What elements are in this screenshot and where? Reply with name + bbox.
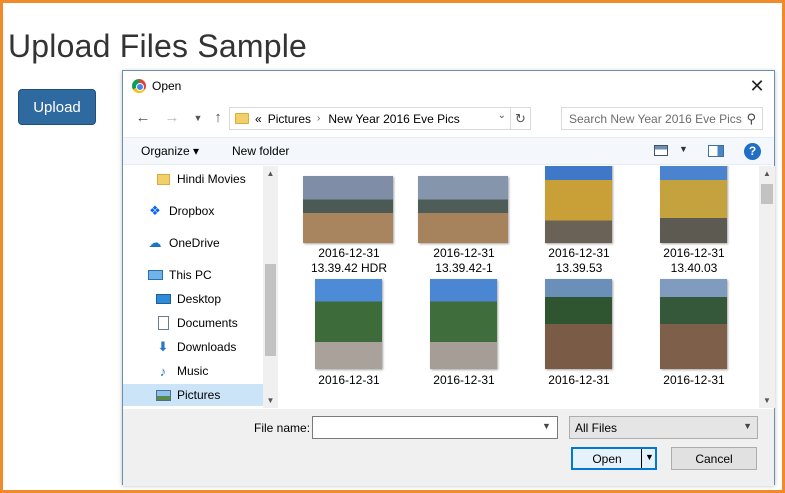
open-button[interactable]: Open ▼ — [571, 447, 657, 470]
file-name-line1: 2016-12-31 — [548, 373, 610, 387]
file-view: 2016-12-31 13.39.42 HDR 2016-12-31 13.39… — [279, 166, 759, 408]
navigation-pane: Hindi Movies ❖ Dropbox ☁ OneDrive This P… — [123, 166, 278, 408]
view-mode-dropdown-icon[interactable]: ▼ — [679, 144, 688, 154]
nav-item-dropbox[interactable]: ❖ Dropbox — [123, 200, 263, 222]
back-arrow-icon[interactable]: ← — [134, 108, 152, 128]
search-placeholder: Search New Year 2016 Eve Pics — [569, 111, 742, 126]
file-name-line2: 13.39.53 — [555, 261, 603, 275]
scroll-down-arrow-icon[interactable]: ▼ — [265, 396, 276, 405]
file-name-label: File name: — [254, 421, 311, 435]
file-name-line1: 2016-12-31 — [663, 246, 725, 260]
address-dropdown-icon[interactable]: ⌄ — [498, 110, 506, 121]
nav-item-downloads[interactable]: ⬇ Downloads — [123, 336, 263, 358]
page-title: Upload Files Sample — [8, 28, 308, 64]
nav-item-music[interactable]: ♪ Music — [123, 360, 263, 382]
file-name-line1: 2016-12-31 — [318, 373, 380, 387]
upload-button[interactable]: Upload — [18, 89, 96, 125]
file-name-line1: 2016-12-31 — [433, 373, 495, 387]
cancel-button[interactable]: Cancel — [671, 447, 757, 470]
photo-thumbnail — [545, 166, 612, 243]
photo-thumbnail — [418, 176, 508, 243]
recent-locations-chevron-icon[interactable]: ▼ — [189, 108, 207, 128]
navigation-bar: ← → ▼ ↑ « Pictures › New Year 2016 Eve P… — [123, 105, 774, 131]
preview-pane-icon[interactable] — [708, 145, 724, 157]
nav-item-label: Hindi Movies — [177, 172, 246, 186]
nav-item-label: Desktop — [177, 292, 222, 306]
computer-icon — [147, 268, 163, 282]
photo-thumbnail — [303, 176, 393, 243]
nav-item-hindi-movies[interactable]: Hindi Movies — [123, 168, 263, 190]
dialog-toolbar: Organize ▾ New folder ▼ ? — [123, 137, 774, 165]
chrome-icon — [132, 79, 146, 93]
file-name-line1: 2016-12-31 — [548, 246, 610, 260]
open-dialog: Open ✕ ← → ▼ ↑ « Pictures › New Year 201… — [122, 70, 775, 486]
nav-item-label: This PC — [169, 268, 212, 282]
photo-thumbnail — [660, 166, 727, 243]
scroll-up-arrow-icon[interactable]: ▲ — [265, 169, 276, 178]
forward-arrow-icon[interactable]: → — [163, 108, 181, 128]
address-bar[interactable]: « Pictures › New Year 2016 Eve Pics ⌄ ↻ — [229, 107, 531, 130]
file-name-line2: 13.39.42 HDR — [310, 261, 388, 275]
search-icon[interactable]: ⚲ — [746, 111, 756, 127]
nav-item-label: Documents — [177, 316, 238, 330]
open-button-label: Open — [592, 451, 622, 466]
dialog-titlebar: Open ✕ — [123, 71, 774, 101]
dialog-footer: File name: ▼ All Files ▼ Open ▼ Cancel — [123, 409, 774, 486]
pictures-icon — [155, 388, 171, 402]
nav-item-label: Pictures — [177, 388, 221, 402]
file-type-select[interactable]: All Files ▼ — [569, 416, 758, 439]
folder-icon — [235, 113, 249, 124]
dropbox-icon: ❖ — [149, 203, 161, 218]
scroll-down-arrow-icon[interactable]: ▼ — [761, 396, 773, 405]
nav-item-label: Downloads — [177, 340, 237, 354]
file-name-line1: 2016-12-31 — [433, 246, 495, 260]
help-icon[interactable]: ? — [744, 143, 761, 160]
nav-item-desktop[interactable]: Desktop — [123, 288, 263, 310]
open-options-dropdown-icon[interactable]: ▼ — [645, 452, 654, 462]
scrollbar-thumb[interactable] — [265, 264, 276, 356]
nav-item-label: Dropbox — [169, 204, 215, 218]
search-input[interactable]: Search New Year 2016 Eve Pics ⚲ — [561, 107, 763, 130]
file-name-line1: 2016-12-31 — [318, 246, 380, 260]
file-name-input[interactable] — [312, 416, 558, 439]
organize-menu[interactable]: Organize ▾ — [141, 144, 199, 158]
close-icon[interactable]: ✕ — [746, 75, 768, 97]
file-type-value: All Files — [575, 421, 618, 435]
file-name-dropdown-icon[interactable]: ▼ — [542, 421, 551, 431]
downloads-icon: ⬇ — [157, 339, 169, 354]
photo-thumbnail — [545, 279, 612, 369]
file-name-line2: 13.39.42-1 — [435, 261, 493, 275]
photo-thumbnail — [315, 279, 382, 369]
nav-item-pictures[interactable]: Pictures — [123, 384, 263, 406]
file-view-scrollbar[interactable]: ▲ ▼ — [759, 166, 775, 408]
nav-item-onedrive[interactable]: ☁ OneDrive — [123, 232, 263, 254]
folder-icon — [155, 172, 171, 186]
dialog-title: Open — [152, 79, 182, 93]
scroll-up-arrow-icon[interactable]: ▲ — [761, 169, 773, 178]
file-name-line1: 2016-12-31 — [663, 373, 725, 387]
onedrive-icon: ☁ — [148, 235, 162, 250]
breadcrumb-current-folder[interactable]: New Year 2016 Eve Pics — [328, 112, 459, 126]
nav-item-label: Music — [177, 364, 209, 378]
photo-thumbnail — [660, 279, 727, 369]
breadcrumb-overflow[interactable]: « — [255, 112, 262, 126]
navigation-pane-scrollbar[interactable]: ▲ ▼ — [263, 166, 278, 408]
nav-item-this-pc[interactable]: This PC — [123, 264, 263, 286]
nav-item-documents[interactable]: Documents — [123, 312, 263, 334]
chevron-down-icon: ▼ — [743, 421, 752, 431]
view-mode-icon[interactable] — [654, 145, 668, 156]
music-icon: ♪ — [159, 363, 167, 379]
new-folder-button[interactable]: New folder — [232, 144, 289, 158]
split-divider — [641, 449, 642, 468]
file-name-line2: 13.40.03 — [670, 261, 718, 275]
nav-item-label: OneDrive — [169, 236, 220, 250]
desktop-icon — [155, 292, 171, 306]
refresh-icon[interactable]: ↻ — [510, 108, 530, 129]
up-arrow-icon[interactable]: ↑ — [209, 108, 227, 128]
photo-thumbnail — [430, 279, 497, 369]
documents-icon — [155, 316, 171, 330]
breadcrumb-pictures[interactable]: Pictures — [268, 112, 311, 126]
scrollbar-thumb[interactable] — [761, 184, 773, 204]
breadcrumb-separator-icon[interactable]: › — [317, 113, 320, 124]
